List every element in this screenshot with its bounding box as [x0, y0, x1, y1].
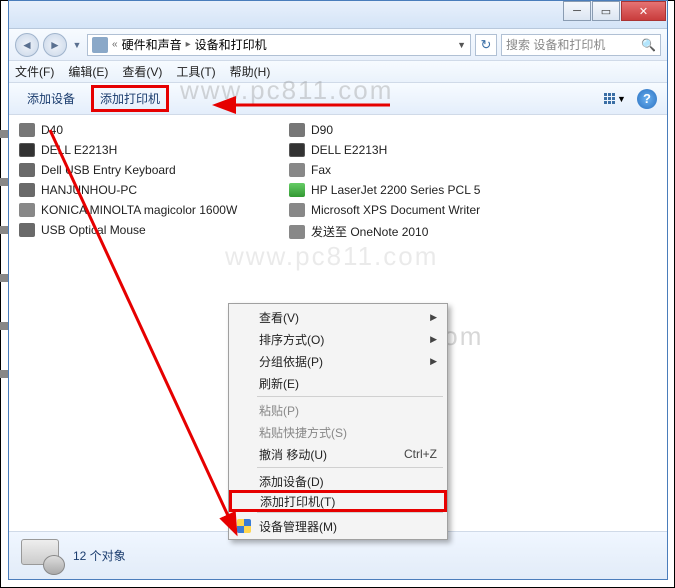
separator — [257, 512, 443, 513]
menu-file[interactable]: 文件(F) — [15, 63, 54, 80]
cm-refresh[interactable]: 刷新(E) — [231, 372, 445, 394]
close-button[interactable]: ✕ — [621, 1, 666, 21]
cm-undo[interactable]: 撤消 移动(U)Ctrl+Z — [231, 443, 445, 465]
nav-bar: ◄ ► ▼ « 硬件和声音 ▸ 设备和打印机 ▼ ↻ 搜索 设备和打印机 🔍 — [9, 29, 667, 61]
add-printer-button[interactable]: 添加打印机 — [91, 85, 169, 112]
breadcrumb[interactable]: « 硬件和声音 ▸ 设备和打印机 ▼ — [87, 34, 471, 56]
grid-icon — [604, 93, 615, 104]
menu-bar: 文件(F) 编辑(E) 查看(V) 工具(T) 帮助(H) — [9, 61, 667, 83]
list-item[interactable]: KONICA MINOLTA magicolor 1600W — [19, 203, 269, 217]
cm-paste-shortcut: 粘贴快捷方式(S) — [231, 421, 445, 443]
separator — [257, 467, 443, 468]
list-item[interactable]: DELL E2213H — [289, 143, 539, 157]
dropdown-icon: ▼ — [617, 94, 626, 104]
menu-edit[interactable]: 编辑(E) — [68, 63, 108, 80]
search-placeholder: 搜索 设备和打印机 — [506, 36, 605, 53]
shield-icon — [237, 519, 251, 533]
view-mode-button[interactable]: ▼ — [601, 89, 629, 109]
device-column-right: D90 DELL E2213H Fax HP LaserJet 2200 Ser… — [289, 123, 539, 240]
list-item[interactable]: 发送至 OneNote 2010 — [289, 223, 539, 240]
device-column-left: D40 DELL E2213H Dell USB Entry Keyboard … — [19, 123, 269, 240]
cm-paste: 粘贴(P) — [231, 399, 445, 421]
breadcrumb-sep-icon: « — [112, 39, 118, 50]
help-button[interactable]: ? — [637, 89, 657, 109]
separator — [257, 396, 443, 397]
printer-icon — [19, 203, 35, 217]
breadcrumb-seg[interactable]: 设备和打印机 — [195, 36, 267, 53]
back-button[interactable]: ◄ — [15, 33, 39, 57]
camera-icon — [289, 123, 305, 137]
refresh-button[interactable]: ↻ — [475, 34, 497, 56]
list-item[interactable]: Fax — [289, 163, 539, 177]
breadcrumb-dropdown-icon[interactable]: ▼ — [457, 40, 466, 50]
history-dropdown[interactable]: ▼ — [71, 40, 83, 50]
list-item[interactable]: DELL E2213H — [19, 143, 269, 157]
list-item[interactable]: D90 — [289, 123, 539, 137]
toolbar: 添加设备 添加打印机 ▼ ? — [9, 83, 667, 115]
menu-view[interactable]: 查看(V) — [122, 63, 162, 80]
cm-group[interactable]: 分组依据(P) — [231, 350, 445, 372]
printer-icon — [289, 225, 305, 239]
monitor-icon — [289, 143, 305, 157]
cm-device-manager[interactable]: 设备管理器(M) — [231, 515, 445, 537]
titlebar: ─ ▭ ✕ — [9, 1, 667, 29]
forward-button[interactable]: ► — [43, 33, 67, 57]
mouse-icon — [19, 223, 35, 237]
add-device-button[interactable]: 添加设备 — [19, 86, 83, 111]
camera-icon — [19, 123, 35, 137]
maximize-button[interactable]: ▭ — [592, 1, 620, 21]
monitor-icon — [19, 143, 35, 157]
printer-icon — [289, 183, 305, 197]
computer-icon — [19, 183, 35, 197]
minimize-button[interactable]: ─ — [563, 1, 591, 21]
list-item[interactable]: HANJUNHOU-PC — [19, 183, 269, 197]
cm-view[interactable]: 查看(V) — [231, 306, 445, 328]
list-item[interactable]: Microsoft XPS Document Writer — [289, 203, 539, 217]
menu-help[interactable]: 帮助(H) — [230, 63, 271, 80]
item-count: 12 个对象 — [73, 547, 126, 564]
list-item[interactable]: D40 — [19, 123, 269, 137]
fax-icon — [289, 163, 305, 177]
breadcrumb-arrow-icon: ▸ — [186, 39, 191, 50]
devices-icon — [17, 537, 65, 575]
cm-sort[interactable]: 排序方式(O) — [231, 328, 445, 350]
printer-icon — [289, 203, 305, 217]
menu-tools[interactable]: 工具(T) — [176, 63, 215, 80]
search-icon: 🔍 — [641, 38, 656, 52]
cm-add-device[interactable]: 添加设备(D) — [231, 470, 445, 492]
search-input[interactable]: 搜索 设备和打印机 🔍 — [501, 34, 661, 56]
list-item[interactable]: USB Optical Mouse — [19, 223, 269, 237]
list-item[interactable]: Dell USB Entry Keyboard — [19, 163, 269, 177]
control-panel-icon — [92, 37, 108, 53]
keyboard-icon — [19, 163, 35, 177]
list-item[interactable]: HP LaserJet 2200 Series PCL 5 — [289, 183, 539, 197]
breadcrumb-seg[interactable]: 硬件和声音 — [122, 36, 182, 53]
context-menu: 查看(V) 排序方式(O) 分组依据(P) 刷新(E) 粘贴(P) 粘贴快捷方式… — [228, 303, 448, 540]
cm-add-printer[interactable]: 添加打印机(T) — [229, 490, 447, 512]
